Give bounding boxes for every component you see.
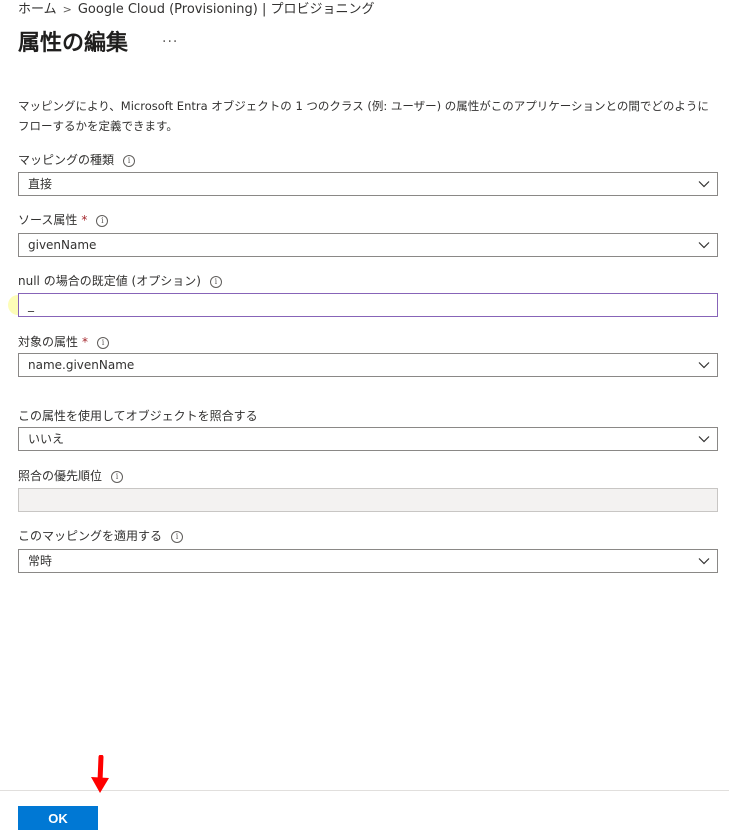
default-value-label: null の場合の既定値 (オプション) i [18, 273, 222, 289]
mapping-type-label: マッピングの種類 i [18, 152, 136, 168]
info-icon[interactable]: i [97, 337, 110, 349]
apply-mapping-value: 常時 [28, 554, 53, 568]
page-title: 属性の編集 [18, 31, 129, 56]
chevron-down-icon [698, 558, 710, 565]
red-arrow-annotation [91, 755, 109, 793]
breadcrumb-current-link[interactable]: Google Cloud (Provisioning) | プロビジョニング [78, 2, 375, 17]
breadcrumb: ホーム > Google Cloud (Provisioning) | プロビジョニ… [18, 0, 374, 20]
default-value-input[interactable]: _ [18, 293, 718, 317]
target-attribute-select[interactable]: name.givenName [18, 353, 718, 377]
chevron-down-icon [698, 242, 710, 249]
breadcrumb-home-link[interactable]: ホーム [18, 2, 57, 17]
info-icon[interactable]: i [96, 215, 109, 227]
ok-button[interactable]: OK [18, 806, 98, 830]
chevron-down-icon [698, 436, 710, 443]
target-attribute-label: 対象の属性 * i [18, 334, 110, 350]
description-text: マッピングにより、Microsoft Entra オブジェクトの 1 つのクラス… [18, 99, 709, 133]
match-objects-select[interactable]: いいえ [18, 427, 718, 451]
match-objects-value: いいえ [28, 432, 65, 446]
required-marker: * [81, 213, 88, 227]
match-priority-label: 照合の優先順位 i [18, 468, 124, 484]
chevron-down-icon [698, 362, 710, 369]
info-icon[interactable]: i [209, 276, 222, 288]
info-icon[interactable]: i [111, 471, 124, 483]
chevron-right-icon: > [62, 3, 72, 16]
mapping-type-value: 直接 [28, 177, 53, 191]
info-icon[interactable]: i [171, 531, 184, 543]
source-attribute-select[interactable]: givenName [18, 233, 718, 257]
target-attribute-value: name.givenName [28, 358, 135, 372]
required-marker: * [82, 335, 89, 349]
info-icon[interactable]: i [123, 155, 136, 167]
source-attribute-value: givenName [28, 238, 97, 252]
apply-mapping-select[interactable]: 常時 [18, 549, 718, 573]
match-objects-label: この属性を使用してオブジェクトを照合する [18, 409, 258, 423]
source-attribute-label: ソース属性 * i [18, 212, 109, 228]
apply-mapping-label: このマッピングを適用する i [18, 528, 184, 544]
more-options-icon[interactable]: ··· [162, 34, 178, 50]
match-priority-input [18, 488, 718, 512]
default-value-text: _ [28, 298, 34, 312]
mapping-type-select[interactable]: 直接 [18, 172, 718, 196]
chevron-down-icon [698, 181, 710, 188]
